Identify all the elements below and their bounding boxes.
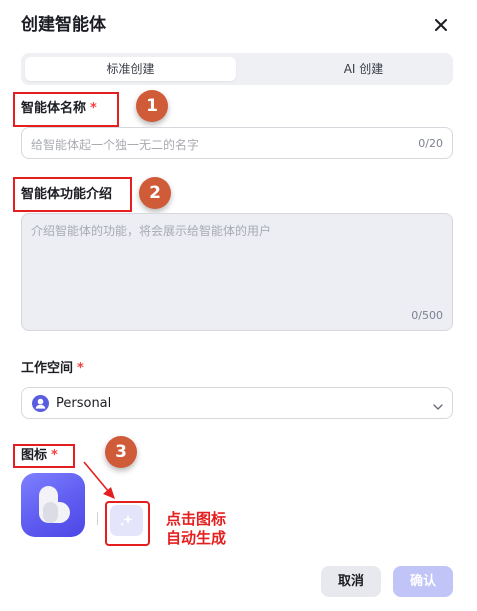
generate-icon-button[interactable] (110, 505, 143, 536)
user-icon (32, 395, 49, 412)
icon-label: 图标 * (21, 447, 58, 465)
workspace-label: 工作空间 * (21, 360, 84, 378)
icon-label-text: 图标 (21, 448, 48, 463)
name-label-text: 智能体名称 (21, 101, 87, 116)
create-mode-tabs: 标准创建 AI 创建 (21, 53, 453, 85)
annotation-badge-2: 2 (139, 177, 171, 209)
tab-ai-create[interactable]: AI 创建 (258, 57, 469, 81)
sparkle-icon (120, 514, 133, 527)
annotation-badge-3: 3 (105, 436, 137, 468)
required-marker: * (77, 361, 84, 376)
agent-logo-icon (21, 473, 85, 537)
icon-divider (97, 512, 98, 525)
name-char-counter: 0/20 (418, 137, 443, 150)
annotation-badge-1: 1 (136, 90, 168, 122)
description-char-counter: 0/500 (411, 309, 443, 322)
required-marker: * (90, 101, 97, 116)
agent-description-textarea[interactable]: 介绍智能体的功能，将会展示给智能体的用户 0/500 (21, 213, 453, 331)
workspace-selected-value: Personal (56, 396, 112, 411)
close-icon[interactable] (430, 14, 452, 36)
tab-standard-create[interactable]: 标准创建 (25, 57, 236, 81)
name-placeholder: 给智能体起一个独一无二的名字 (31, 138, 200, 152)
required-marker: * (51, 448, 58, 463)
cancel-button[interactable]: 取消 (321, 566, 381, 597)
agent-name-input[interactable]: 给智能体起一个独一无二的名字 0/20 (21, 127, 453, 159)
description-label: 智能体功能介绍 (21, 187, 113, 202)
workspace-select[interactable]: Personal (21, 387, 453, 419)
description-placeholder: 介绍智能体的功能，将会展示给智能体的用户 (31, 224, 272, 238)
annotation-text-line-2: 自动生成 (166, 529, 227, 547)
create-agent-dialog: 创建智能体 标准创建 AI 创建 智能体名称 * 1 给智能体起一个独一无二的名字… (0, 0, 477, 611)
workspace-label-text: 工作空间 (21, 361, 74, 376)
name-label: 智能体名称 * (21, 100, 97, 118)
annotation-text-line-1: 点击图标 (166, 510, 227, 528)
confirm-button[interactable]: 确认 (393, 566, 453, 597)
dialog-title: 创建智能体 (21, 15, 106, 35)
chevron-down-icon (432, 398, 444, 410)
